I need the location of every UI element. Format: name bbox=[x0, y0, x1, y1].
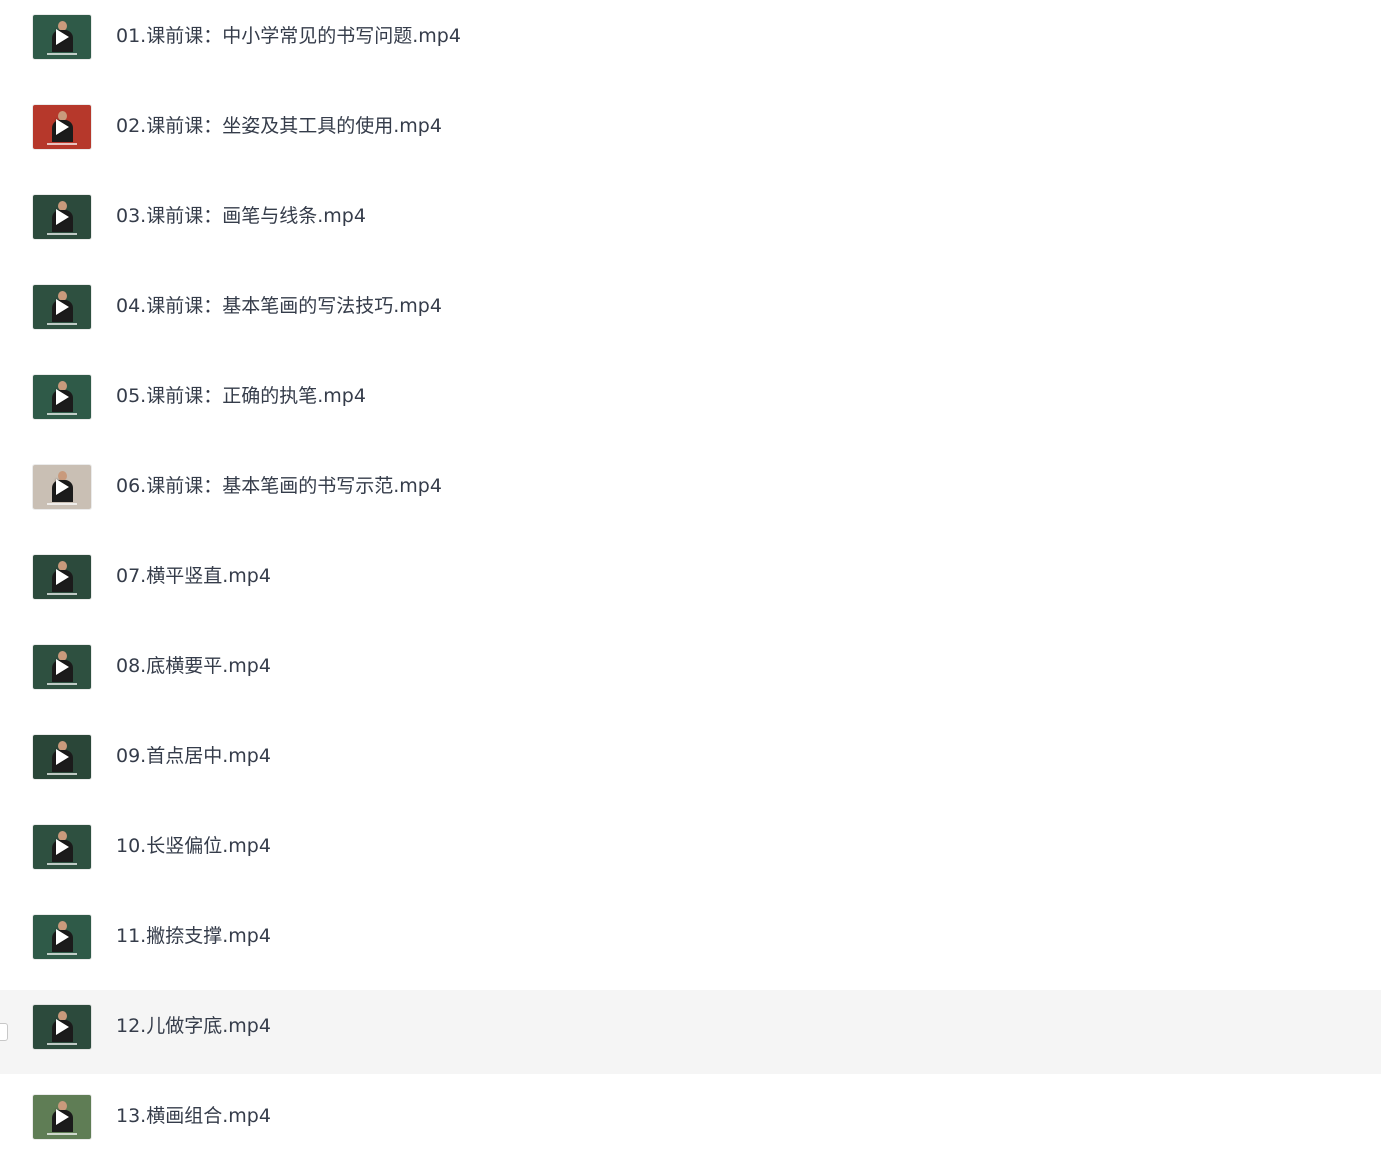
file-name[interactable]: 01.课前课：中小学常见的书写问题.mp4 bbox=[116, 24, 461, 48]
play-icon[interactable] bbox=[56, 929, 69, 945]
play-icon[interactable] bbox=[56, 839, 69, 855]
file-row[interactable]: 04.课前课：基本笔画的写法技巧.mp4 bbox=[0, 270, 1381, 354]
file-name[interactable]: 09.首点居中.mp4 bbox=[116, 744, 271, 768]
video-thumbnail[interactable] bbox=[33, 1005, 91, 1049]
file-row[interactable]: 07.横平竖直.mp4 bbox=[0, 540, 1381, 624]
play-icon[interactable] bbox=[56, 479, 69, 495]
play-icon[interactable] bbox=[56, 749, 69, 765]
video-file-list: 01.课前课：中小学常见的书写问题.mp4 02.课前课：坐姿及其工具的使用.m… bbox=[0, 0, 1381, 1170]
play-icon[interactable] bbox=[56, 1109, 69, 1125]
file-name[interactable]: 12.儿做字底.mp4 bbox=[116, 1014, 271, 1038]
play-icon[interactable] bbox=[56, 1019, 69, 1035]
select-checkbox[interactable] bbox=[0, 1023, 8, 1041]
video-thumbnail[interactable] bbox=[33, 645, 91, 689]
video-thumbnail[interactable] bbox=[33, 735, 91, 779]
file-row[interactable]: 13.横画组合.mp4 bbox=[0, 1080, 1381, 1164]
video-thumbnail[interactable] bbox=[33, 105, 91, 149]
file-name[interactable]: 04.课前课：基本笔画的写法技巧.mp4 bbox=[116, 294, 442, 318]
file-name[interactable]: 07.横平竖直.mp4 bbox=[116, 564, 271, 588]
file-row[interactable]: 03.课前课：画笔与线条.mp4 bbox=[0, 180, 1381, 264]
file-row[interactable]: 08.底横要平.mp4 bbox=[0, 630, 1381, 714]
file-row[interactable]: 10.长竖偏位.mp4 bbox=[0, 810, 1381, 894]
video-thumbnail[interactable] bbox=[33, 375, 91, 419]
play-icon[interactable] bbox=[56, 29, 69, 45]
file-name[interactable]: 03.课前课：画笔与线条.mp4 bbox=[116, 204, 366, 228]
play-icon[interactable] bbox=[56, 299, 69, 315]
play-icon[interactable] bbox=[56, 209, 69, 225]
play-icon[interactable] bbox=[56, 569, 69, 585]
file-name[interactable]: 13.横画组合.mp4 bbox=[116, 1104, 271, 1128]
video-thumbnail[interactable] bbox=[33, 825, 91, 869]
play-icon[interactable] bbox=[56, 659, 69, 675]
file-row[interactable]: 11.撇捺支撑.mp4 bbox=[0, 900, 1381, 984]
file-name[interactable]: 05.课前课：正确的执笔.mp4 bbox=[116, 384, 366, 408]
video-thumbnail[interactable] bbox=[33, 15, 91, 59]
video-thumbnail[interactable] bbox=[33, 195, 91, 239]
file-row[interactable]: 06.课前课：基本笔画的书写示范.mp4 bbox=[0, 450, 1381, 534]
video-thumbnail[interactable] bbox=[33, 1095, 91, 1139]
file-name[interactable]: 08.底横要平.mp4 bbox=[116, 654, 271, 678]
file-row[interactable]: 02.课前课：坐姿及其工具的使用.mp4 bbox=[0, 90, 1381, 174]
file-row[interactable]: 01.课前课：中小学常见的书写问题.mp4 bbox=[0, 0, 1381, 84]
file-name[interactable]: 02.课前课：坐姿及其工具的使用.mp4 bbox=[116, 114, 442, 138]
file-row[interactable]: 05.课前课：正确的执笔.mp4 bbox=[0, 360, 1381, 444]
file-row-selected[interactable]: 12.儿做字底.mp4 bbox=[0, 990, 1381, 1074]
play-icon[interactable] bbox=[56, 119, 69, 135]
file-name[interactable]: 06.课前课：基本笔画的书写示范.mp4 bbox=[116, 474, 442, 498]
play-icon[interactable] bbox=[56, 389, 69, 405]
file-name[interactable]: 10.长竖偏位.mp4 bbox=[116, 834, 271, 858]
video-thumbnail[interactable] bbox=[33, 555, 91, 599]
video-thumbnail[interactable] bbox=[33, 915, 91, 959]
file-name[interactable]: 11.撇捺支撑.mp4 bbox=[116, 924, 271, 948]
video-thumbnail[interactable] bbox=[33, 465, 91, 509]
file-row[interactable]: 09.首点居中.mp4 bbox=[0, 720, 1381, 804]
video-thumbnail[interactable] bbox=[33, 285, 91, 329]
